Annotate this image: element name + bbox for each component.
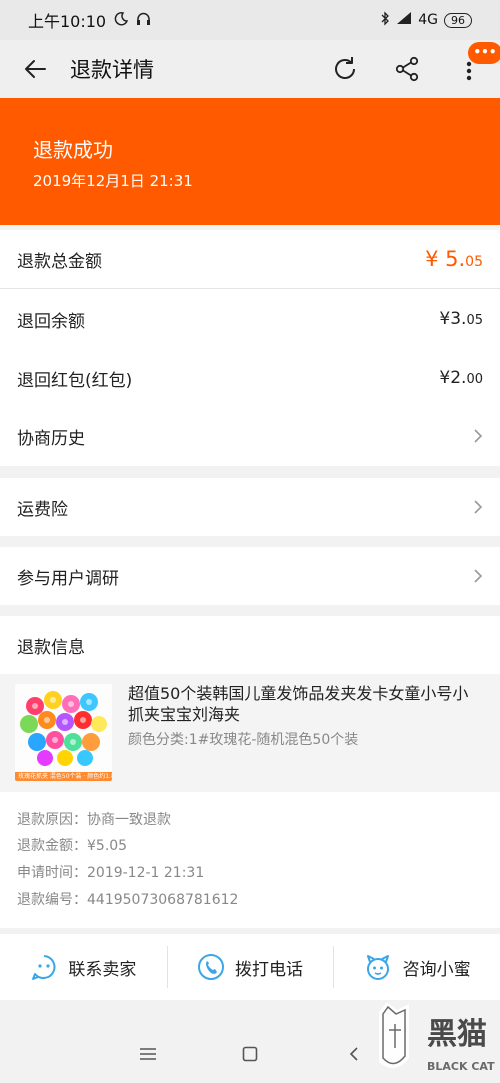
network-type: 4G [418, 12, 438, 28]
svg-text:黑猫: 黑猫 [427, 1017, 487, 1052]
refund-reason: 退款原因：协商一致退款 [17, 812, 171, 828]
user-survey-label: 参与用户调研 [17, 568, 119, 589]
more-badge: ••• [468, 42, 500, 64]
refund-info-heading: 退款信息 [17, 637, 85, 658]
refresh-icon [335, 57, 355, 79]
refund-detail-list: 退款原因：协商一致退款 退款金额：¥5.05 申请时间：2019-12-1 21… [0, 792, 500, 928]
assistant-icon [366, 955, 389, 980]
balance-row: 退回余额 ¥3.05 [0, 289, 500, 349]
signal-icon [396, 11, 412, 29]
refund-amount-line: 退款金额：¥5.05 [17, 838, 128, 854]
contact-seller-button[interactable]: 联系卖家 [0, 934, 167, 1000]
call-phone-label: 拨打电话 [235, 959, 303, 980]
freight-insurance-label: 运费险 [17, 499, 68, 520]
freight-insurance-card[interactable]: 运费险 [0, 478, 500, 536]
user-survey-card[interactable]: 参与用户调研 [0, 547, 500, 605]
refund-amount-card: 退款总金额 ¥ 5.05 退回余额 ¥3.05 退回红包(红包) ¥2.00 协… [0, 230, 500, 466]
redpacket-label: 退回红包(红包) [17, 370, 133, 391]
status-time: 上午10:10 [28, 12, 107, 31]
headset-icon [136, 11, 151, 30]
freight-insurance-row[interactable]: 运费险 [0, 478, 500, 536]
redpacket-value: ¥2.00 [439, 368, 483, 388]
phone-icon [198, 954, 224, 980]
page-title: 退款详情 [70, 58, 154, 82]
contact-action-bar: 联系卖家 拨打电话 咨询小蜜 [0, 934, 500, 1000]
share-icon [395, 56, 419, 82]
product-sku: 颜色分类:1#玫瑰花-随机混色50个装 [128, 732, 359, 748]
menu-button[interactable] [136, 1042, 160, 1066]
total-amount-row: 退款总金额 ¥ 5.05 [0, 230, 500, 288]
battery-indicator: 96 [444, 12, 472, 28]
refund-status: 退款成功 [33, 138, 113, 162]
call-phone-button[interactable]: 拨打电话 [166, 934, 334, 1000]
refund-number: 退款编号：44195073068781612 [17, 892, 239, 908]
black-cat-watermark: 黑猫 BLACK CAT [375, 1000, 500, 1083]
chat-face-icon [32, 955, 56, 980]
nav-bar: 退款详情 ••• [0, 40, 500, 98]
apply-time: 申请时间：2019-12-1 21:31 [17, 865, 205, 881]
refresh-button[interactable] [314, 40, 376, 98]
more-button[interactable]: ••• [438, 40, 500, 98]
product-thumbnail: 玫瑰花抓夹 混色50个装 · 颜色约1.8cm [15, 684, 112, 781]
ask-assistant-label: 咨询小蜜 [402, 959, 471, 980]
chevron-left-icon [349, 1047, 358, 1061]
refund-status-banner: 退款成功 2019年12月1日 21:31 [0, 98, 500, 225]
product-title[interactable]: 超值50个装韩国儿童发饰品发夹发卡女童小号小抓夹宝宝刘海夹 [128, 683, 478, 725]
thumbnail-caption: 玫瑰花抓夹 混色50个装 · 颜色约1.8cm [15, 772, 112, 781]
balance-label: 退回余额 [17, 311, 85, 332]
balance-value: ¥3.05 [439, 309, 483, 329]
product-item[interactable]: 玫瑰花抓夹 混色50个装 · 颜色约1.8cm 超值50个装韩国儿童发饰品发夹发… [0, 674, 500, 792]
menu-icon [140, 1048, 156, 1060]
contact-seller-label: 联系卖家 [68, 959, 137, 980]
user-survey-row[interactable]: 参与用户调研 [0, 547, 500, 605]
svg-text:BLACK CAT: BLACK CAT [427, 1060, 495, 1073]
hair-clip-flowers-image [15, 684, 112, 772]
redpacket-row: 退回红包(红包) ¥2.00 [0, 349, 500, 407]
status-bar: 上午10:10 4G 96 [0, 0, 500, 40]
moon-icon [114, 11, 129, 30]
black-cat-logo-icon: 黑猫 BLACK CAT [379, 1002, 495, 1073]
back-button[interactable] [0, 40, 70, 98]
chevron-right-icon [474, 500, 483, 514]
negotiation-history-row[interactable]: 协商历史 [0, 407, 500, 465]
negotiation-history-label: 协商历史 [17, 428, 85, 449]
refund-time: 2019年12月1日 21:31 [33, 172, 193, 190]
refund-info-header: 退款信息 [0, 616, 500, 674]
bluetooth-icon [380, 10, 390, 30]
home-square-icon [242, 1046, 258, 1062]
home-button[interactable] [238, 1042, 262, 1066]
back-nav-button[interactable] [342, 1042, 366, 1066]
total-amount-value: ¥ 5.05 [425, 247, 483, 271]
chevron-right-icon [474, 429, 483, 443]
chevron-right-icon [474, 569, 483, 583]
arrow-left-icon [25, 60, 46, 78]
ask-assistant-button[interactable]: 咨询小蜜 [333, 934, 500, 1000]
share-button[interactable] [376, 40, 438, 98]
total-amount-label: 退款总金额 [17, 251, 102, 272]
